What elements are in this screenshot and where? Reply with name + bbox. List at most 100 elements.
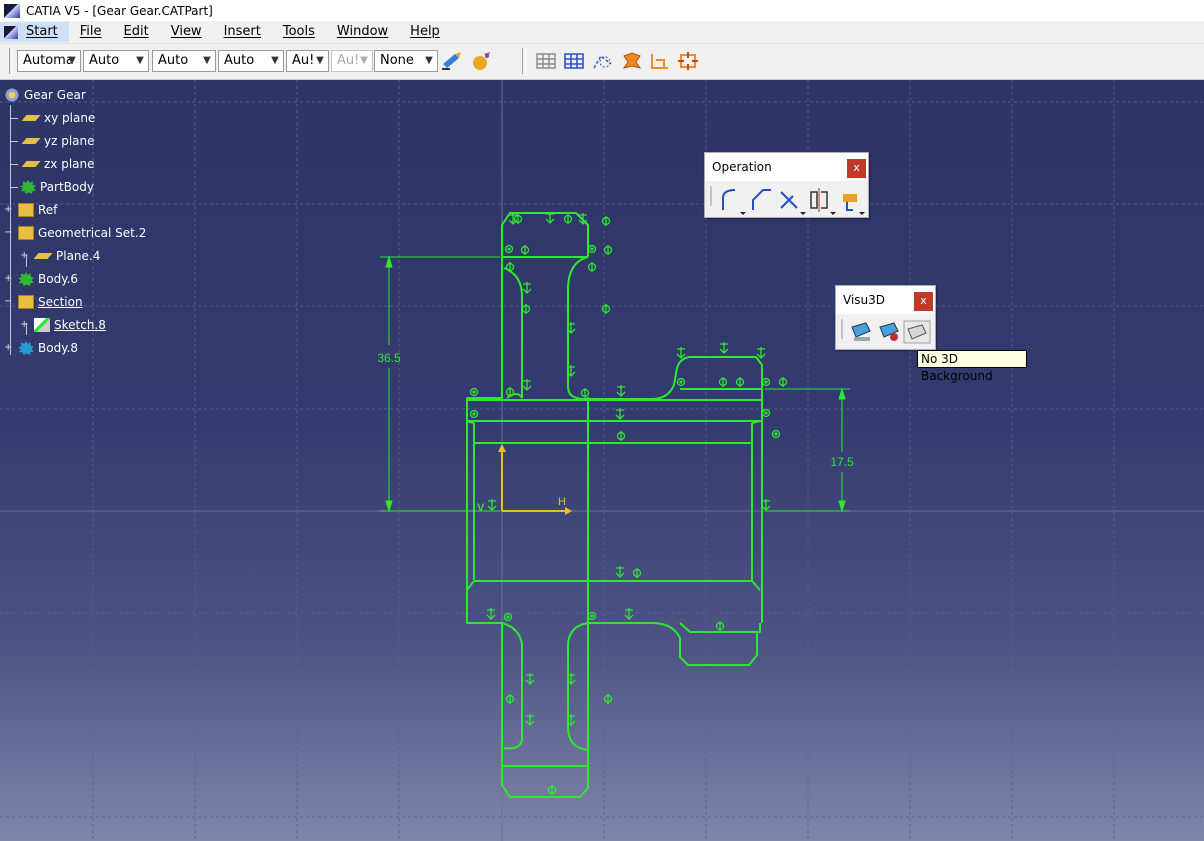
tree-node-label: Section (38, 295, 83, 309)
close-icon[interactable]: x (914, 292, 933, 311)
tree-node-label: Sketch.8 (54, 318, 106, 332)
expand-icon[interactable]: + (20, 316, 28, 334)
fix-constraint-icon (522, 282, 532, 294)
constraint-mark-dot (507, 247, 511, 251)
sketch-icon (34, 318, 50, 332)
cut-part-by-sketch-plane-icon[interactable] (851, 322, 871, 341)
fix-constraint-icon (615, 408, 625, 420)
visu3d-toolbar-panel[interactable]: Visu3D x (835, 285, 936, 350)
constraint-mark-dot (774, 432, 778, 436)
sketch-profile[interactable] (465, 212, 763, 798)
tree-node-label: yz plane (44, 134, 95, 148)
constraint-mark-dot (764, 411, 768, 415)
body-icon (18, 341, 34, 355)
tree-node-xy-plane[interactable]: xy plane (10, 109, 95, 127)
tree-node-body-8[interactable]: + Body.8 (4, 339, 78, 357)
tree-node-label: Ref (38, 203, 58, 217)
visu3d-pinned-icon[interactable] (879, 322, 899, 341)
fix-constraint-icon (719, 342, 729, 354)
plane-icon (21, 138, 41, 144)
tooltip: No 3D Background (917, 350, 1027, 383)
fix-constraint-icon (761, 499, 771, 511)
geometrical-set-icon (18, 203, 34, 217)
coincidence-constraint-icon (771, 429, 781, 439)
coincidence-constraint-icon (676, 377, 686, 387)
chamfer-icon[interactable] (752, 189, 771, 210)
specification-tree: Gear Gear xy plane yz plane zx plane Par… (0, 80, 200, 380)
plane-icon (21, 115, 41, 121)
tree-node-body-6[interactable]: + Body.6 (4, 270, 78, 288)
operation-toolbar-panel[interactable]: Operation x (704, 152, 869, 218)
fix-constraint-icon (522, 379, 532, 391)
expand-icon[interactable]: + (4, 339, 12, 357)
tree-node-label: Geometrical Set.2 (38, 226, 147, 240)
plane-icon (21, 161, 41, 167)
fix-constraint-icon (615, 566, 625, 578)
expand-icon[interactable]: + (4, 201, 12, 219)
tree-node-label: zx plane (44, 157, 95, 171)
fix-constraint-icon (525, 714, 535, 726)
constraint-mark-dot (472, 390, 476, 394)
tree-node-label: Body.8 (38, 341, 79, 355)
tree-node-label: Plane.4 (56, 249, 101, 263)
coincidence-constraint-icon (761, 408, 771, 418)
coincidence-constraint-icon (587, 611, 597, 621)
tree-node-ref[interactable]: + Ref (4, 201, 57, 219)
tree-node-label: PartBody (40, 180, 94, 194)
tree-node-label: Body.6 (38, 272, 79, 286)
fix-constraint-icon (616, 385, 626, 397)
tree-node-label: Gear Gear (24, 88, 86, 102)
constraint-mark-dot (506, 615, 510, 619)
mirror-icon[interactable] (810, 188, 836, 215)
no-3d-background-icon[interactable] (903, 320, 931, 344)
fix-constraint-icon (525, 673, 535, 685)
visu3d-tool-strip (841, 319, 931, 344)
tree-node-yz-plane[interactable]: yz plane (10, 132, 95, 150)
plane-icon (33, 253, 53, 259)
collapse-icon[interactable]: − (4, 293, 12, 311)
coincidence-constraint-icon (587, 244, 597, 254)
constraint-mark-dot (764, 380, 768, 384)
fix-constraint-icon (487, 499, 497, 511)
body-icon (20, 180, 36, 194)
project-3d-elements-icon[interactable] (843, 194, 865, 215)
constraint-mark-dot (590, 247, 594, 251)
tree-node-zx-plane[interactable]: zx plane (10, 155, 95, 173)
constraint-mark-dot (679, 380, 683, 384)
collapse-icon[interactable]: − (4, 224, 12, 242)
body-icon (18, 272, 34, 286)
corner-icon[interactable] (722, 189, 746, 215)
coincidence-constraint-icon (761, 377, 771, 387)
tree-node-sketch-8[interactable]: + Sketch.8 (20, 316, 106, 334)
tree-node-section[interactable]: − Section (4, 293, 83, 311)
geometrical-set-icon (18, 226, 34, 240)
fix-constraint-icon (545, 212, 555, 224)
dimension-17-5[interactable] (765, 387, 850, 513)
coincidence-constraint-icon (469, 409, 479, 419)
h-axis-label: H (558, 496, 566, 508)
constraint-mark-dot (590, 614, 594, 618)
tree-node-partbody[interactable]: PartBody (10, 178, 94, 196)
tree-node-geometrical-set-2[interactable]: − Geometrical Set.2 (4, 224, 146, 242)
coincidence-constraint-icon (469, 387, 479, 397)
tree-node-gear[interactable]: Gear Gear (4, 86, 86, 104)
part-icon (4, 88, 20, 102)
dimension-value-17-5[interactable]: 17.5 (830, 455, 854, 469)
coincidence-constraint-icon (504, 244, 514, 254)
operation-tool-strip (710, 186, 865, 215)
tree-node-plane-4[interactable]: + Plane.4 (20, 247, 100, 265)
expand-icon[interactable]: + (20, 247, 28, 265)
tree-node-label: xy plane (44, 111, 96, 125)
expand-icon[interactable]: + (4, 270, 12, 288)
v-axis-label: V (477, 502, 485, 514)
coincidence-constraint-icon (503, 612, 513, 622)
close-icon[interactable]: x (847, 159, 866, 178)
dimension-value-36-5[interactable]: 36.5 (377, 351, 401, 365)
fix-constraint-icon (756, 347, 766, 359)
fix-constraint-icon (676, 347, 686, 359)
dimension-36-5[interactable] (380, 255, 500, 513)
operation-panel-title[interactable]: Operation (705, 153, 868, 181)
trim-icon[interactable] (780, 191, 806, 215)
constraint-symbols (469, 212, 788, 795)
geometrical-set-icon (18, 295, 34, 309)
